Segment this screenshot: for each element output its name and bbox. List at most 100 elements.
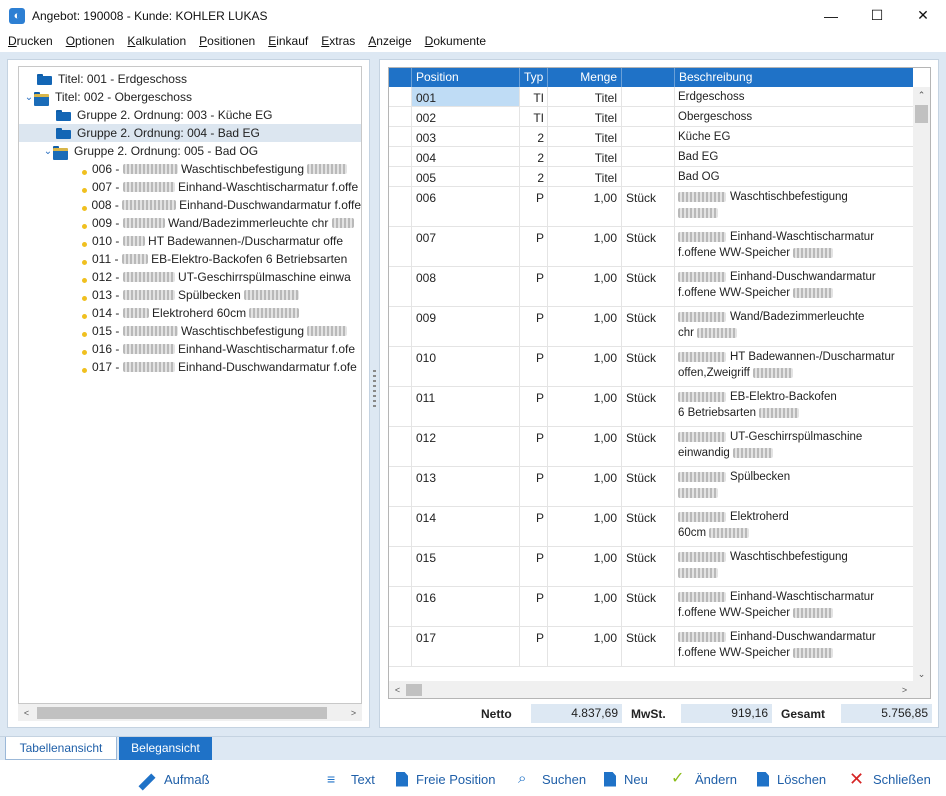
cell-einheit[interactable]: Stück xyxy=(622,427,675,466)
row-indicator[interactable] xyxy=(389,187,412,226)
cell-typ[interactable]: TI xyxy=(520,107,548,126)
cell-menge[interactable]: 1,00 xyxy=(548,307,622,346)
cell-position[interactable]: 006 xyxy=(412,187,520,226)
schliessen-button[interactable]: ✕ Schließen xyxy=(849,770,931,788)
cell-menge[interactable]: 1,00 xyxy=(548,467,622,506)
cell-typ[interactable]: 2 xyxy=(520,147,548,166)
table-row[interactable]: 007 P 1,00 Stück Einhand-Waschtischarmatur f.… xyxy=(389,227,913,267)
cell-beschreibung[interactable]: Bad OG xyxy=(675,167,913,186)
table-row[interactable]: 009 P 1,00 Stück Wand/Badezimmerleuchte chr xyxy=(389,307,913,347)
cell-typ[interactable]: P xyxy=(520,227,548,266)
cell-menge[interactable]: Titel xyxy=(548,147,622,166)
tree-item[interactable]: 012 - UT-Geschirrspülmaschine einwa xyxy=(19,268,361,286)
table-row[interactable]: 011 P 1,00 Stück EB-Elektro-Backofen 6 Betrie… xyxy=(389,387,913,427)
cell-typ[interactable]: P xyxy=(520,587,548,626)
cell-position[interactable]: 014 xyxy=(412,507,520,546)
tree-item[interactable]: 015 - Waschtischbefestigung xyxy=(19,322,361,340)
tree-item[interactable]: 006 - Waschtischbefestigung xyxy=(19,160,361,178)
cell-beschreibung[interactable]: Einhand-Waschtischarmatur f.offene WW-Spe… xyxy=(675,227,913,266)
freie-position-button[interactable]: Freie Position xyxy=(396,770,495,788)
cell-einheit[interactable]: Stück xyxy=(622,347,675,386)
scroll-thumb[interactable] xyxy=(37,706,327,719)
menu-anzeige[interactable]: Anzeige xyxy=(368,34,411,48)
cell-menge[interactable]: 1,00 xyxy=(548,267,622,306)
cell-typ[interactable]: 2 xyxy=(520,167,548,186)
cell-position[interactable]: 010 xyxy=(412,347,520,386)
cell-beschreibung[interactable]: Waschtischbefestigung xyxy=(675,547,913,586)
table-row[interactable]: 001 TI Titel Erdgeschoss xyxy=(389,87,913,107)
cell-menge[interactable]: Titel xyxy=(548,87,622,106)
tree-horizontal-scrollbar[interactable]: < > xyxy=(18,704,362,721)
tree-item[interactable]: 008 - Einhand-Duschwandarmatur f.offe xyxy=(19,196,361,214)
maximize-button[interactable]: ☐ xyxy=(854,0,900,31)
cell-beschreibung[interactable]: EB-Elektro-Backofen 6 Betriebsarten xyxy=(675,387,913,426)
row-indicator[interactable] xyxy=(389,147,412,166)
cell-beschreibung[interactable]: HT Badewannen-/Duscharmatur offen,Zweigri… xyxy=(675,347,913,386)
row-indicator[interactable] xyxy=(389,347,412,386)
cell-beschreibung[interactable]: Elektroherd 60cm xyxy=(675,507,913,546)
table-row[interactable]: 003 2 Titel Küche EG xyxy=(389,127,913,147)
cell-typ[interactable]: TI xyxy=(520,87,548,106)
aufmass-button[interactable]: Aufmaß xyxy=(138,770,210,790)
row-indicator[interactable] xyxy=(389,387,412,426)
cell-typ[interactable]: P xyxy=(520,347,548,386)
scroll-up-icon[interactable]: ⌃ xyxy=(913,87,930,104)
cell-einheit[interactable] xyxy=(622,167,675,186)
row-indicator[interactable] xyxy=(389,87,412,106)
menu-kalkulation[interactable]: Kalkulation xyxy=(127,34,186,48)
row-indicator[interactable] xyxy=(389,427,412,466)
table-row[interactable]: 014 P 1,00 Stück Elektroherd 60cm xyxy=(389,507,913,547)
cell-beschreibung[interactable]: Einhand-Waschtischarmatur f.offene WW-Spe… xyxy=(675,587,913,626)
cell-position[interactable]: 013 xyxy=(412,467,520,506)
scroll-left-icon[interactable]: < xyxy=(389,685,406,695)
cell-einheit[interactable]: Stück xyxy=(622,467,675,506)
cell-menge[interactable]: 1,00 xyxy=(548,187,622,226)
row-indicator[interactable] xyxy=(389,587,412,626)
cell-position[interactable]: 007 xyxy=(412,227,520,266)
cell-typ[interactable]: P xyxy=(520,387,548,426)
cell-position[interactable]: 003 xyxy=(412,127,520,146)
cell-position[interactable]: 008 xyxy=(412,267,520,306)
menu-drucken[interactable]: Drucken xyxy=(8,34,53,48)
aendern-button[interactable]: ✓ Ändern xyxy=(671,770,737,788)
row-indicator[interactable] xyxy=(389,307,412,346)
tab-belegansicht[interactable]: Belegansicht xyxy=(119,737,212,760)
row-indicator[interactable] xyxy=(389,127,412,146)
cell-position[interactable]: 002 xyxy=(412,107,520,126)
scroll-thumb[interactable] xyxy=(406,683,422,696)
tab-tabellenansicht[interactable]: Tabellenansicht xyxy=(5,737,117,760)
cell-beschreibung[interactable]: Einhand-Duschwandarmatur f.offene WW-Spei… xyxy=(675,267,913,306)
cell-position[interactable]: 016 xyxy=(412,587,520,626)
menu-positionen[interactable]: Positionen xyxy=(199,34,255,48)
cell-beschreibung[interactable]: UT-Geschirrspülmaschine einwandig xyxy=(675,427,913,466)
cell-einheit[interactable]: Stück xyxy=(622,507,675,546)
tree-item[interactable]: 011 - EB-Elektro-Backofen 6 Betriebsarte… xyxy=(19,250,361,268)
cell-einheit[interactable]: Stück xyxy=(622,307,675,346)
cell-menge[interactable]: 1,00 xyxy=(548,387,622,426)
cell-einheit[interactable]: Stück xyxy=(622,187,675,226)
tree-item[interactable]: 016 - Einhand-Waschtischarmatur f.ofe xyxy=(19,340,361,358)
cell-menge[interactable]: 1,00 xyxy=(548,547,622,586)
cell-einheit[interactable] xyxy=(622,127,675,146)
column-header-typ[interactable]: Typ xyxy=(520,68,548,87)
cell-typ[interactable]: P xyxy=(520,507,548,546)
cell-position[interactable]: 004 xyxy=(412,147,520,166)
cell-einheit[interactable] xyxy=(622,107,675,126)
table-row[interactable]: 005 2 Titel Bad OG xyxy=(389,167,913,187)
table-row[interactable]: 016 P 1,00 Stück Einhand-Waschtischarmatur f.… xyxy=(389,587,913,627)
row-indicator[interactable] xyxy=(389,627,412,666)
row-indicator[interactable] xyxy=(389,167,412,186)
cell-menge[interactable]: 1,00 xyxy=(548,347,622,386)
table-row[interactable]: 013 P 1,00 Stück Spülbecken xyxy=(389,467,913,507)
cell-beschreibung[interactable]: Wand/Badezimmerleuchte chr xyxy=(675,307,913,346)
minimize-button[interactable]: — xyxy=(808,0,854,31)
cell-menge[interactable]: Titel xyxy=(548,167,622,186)
tree-item[interactable]: ⌄ Titel: 002 - Obergeschoss xyxy=(19,88,361,106)
cell-beschreibung[interactable]: Spülbecken xyxy=(675,467,913,506)
cell-einheit[interactable]: Stück xyxy=(622,387,675,426)
scroll-right-icon[interactable]: > xyxy=(345,708,362,718)
scroll-left-icon[interactable]: < xyxy=(18,708,35,718)
neu-button[interactable]: Neu xyxy=(604,770,648,788)
table-row[interactable]: 002 TI Titel Obergeschoss xyxy=(389,107,913,127)
cell-beschreibung[interactable]: Bad EG xyxy=(675,147,913,166)
